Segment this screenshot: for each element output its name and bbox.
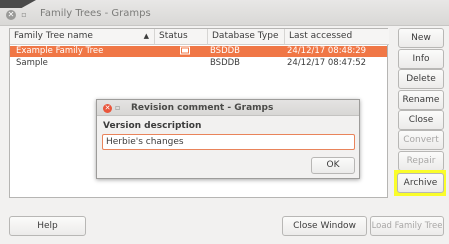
minimize-icon[interactable]: ▫ — [19, 10, 29, 20]
close-icon[interactable]: ✕ — [6, 10, 16, 20]
column-header-name[interactable]: Family Tree name ▲ — [10, 29, 155, 45]
dialog-title: Revision comment - Gramps — [131, 103, 274, 113]
repair-button[interactable]: Repair — [398, 151, 444, 171]
background-window-edge — [0, 0, 36, 8]
load-family-tree-button[interactable]: Load Family Tree — [370, 216, 444, 236]
table-row[interactable]: Sample BSDDB 24/12/17 08:47:52 — [10, 58, 387, 69]
rename-button[interactable]: Rename — [398, 90, 444, 110]
new-button[interactable]: New — [398, 28, 444, 48]
delete-button[interactable]: Delete — [398, 69, 444, 89]
database-type: BSDDB — [210, 46, 240, 56]
database-type: BSDDB — [210, 58, 240, 68]
tree-name: Example Family Tree — [16, 46, 104, 56]
last-accessed: 24/12/17 08:47:52 — [287, 58, 367, 68]
close-window-button[interactable]: Close Window — [282, 216, 367, 236]
family-trees-window: ✕ ▫ Family Trees - Gramps Family Tree na… — [0, 0, 449, 244]
archive-button[interactable]: Archive — [397, 173, 444, 193]
table-row[interactable]: Example Family Tree BSDDB 24/12/17 08:48… — [10, 46, 387, 57]
convert-button[interactable]: Convert — [398, 130, 444, 150]
dialog-titlebar: ✕ ▫ Revision comment - Gramps — [97, 100, 359, 116]
sort-ascending-icon: ▲ — [143, 32, 149, 40]
tree-name: Sample — [16, 58, 48, 68]
dialog-close-icon[interactable]: ✕ — [103, 104, 112, 113]
column-header-database-type[interactable]: Database Type — [208, 29, 285, 45]
revision-comment-dialog: ✕ ▫ Revision comment - Gramps Version de… — [96, 99, 360, 179]
window-title: Family Trees - Gramps — [40, 8, 151, 19]
ok-button[interactable]: OK — [311, 157, 355, 174]
version-description-label: Version description — [103, 121, 202, 131]
dialog-minimize-icon[interactable]: ▫ — [115, 103, 120, 112]
open-tree-icon — [180, 46, 190, 58]
column-header-status[interactable]: Status — [155, 29, 208, 45]
window-titlebar: ✕ ▫ Family Trees - Gramps — [0, 0, 449, 26]
version-description-input[interactable] — [102, 134, 355, 150]
help-button[interactable]: Help — [9, 216, 86, 236]
column-header-last-accessed[interactable]: Last accessed — [285, 29, 389, 45]
info-button[interactable]: Info — [398, 49, 444, 69]
close-tree-button[interactable]: Close — [398, 110, 444, 130]
background-window-strip — [0, 238, 449, 244]
last-accessed: 24/12/17 08:48:29 — [287, 46, 367, 56]
